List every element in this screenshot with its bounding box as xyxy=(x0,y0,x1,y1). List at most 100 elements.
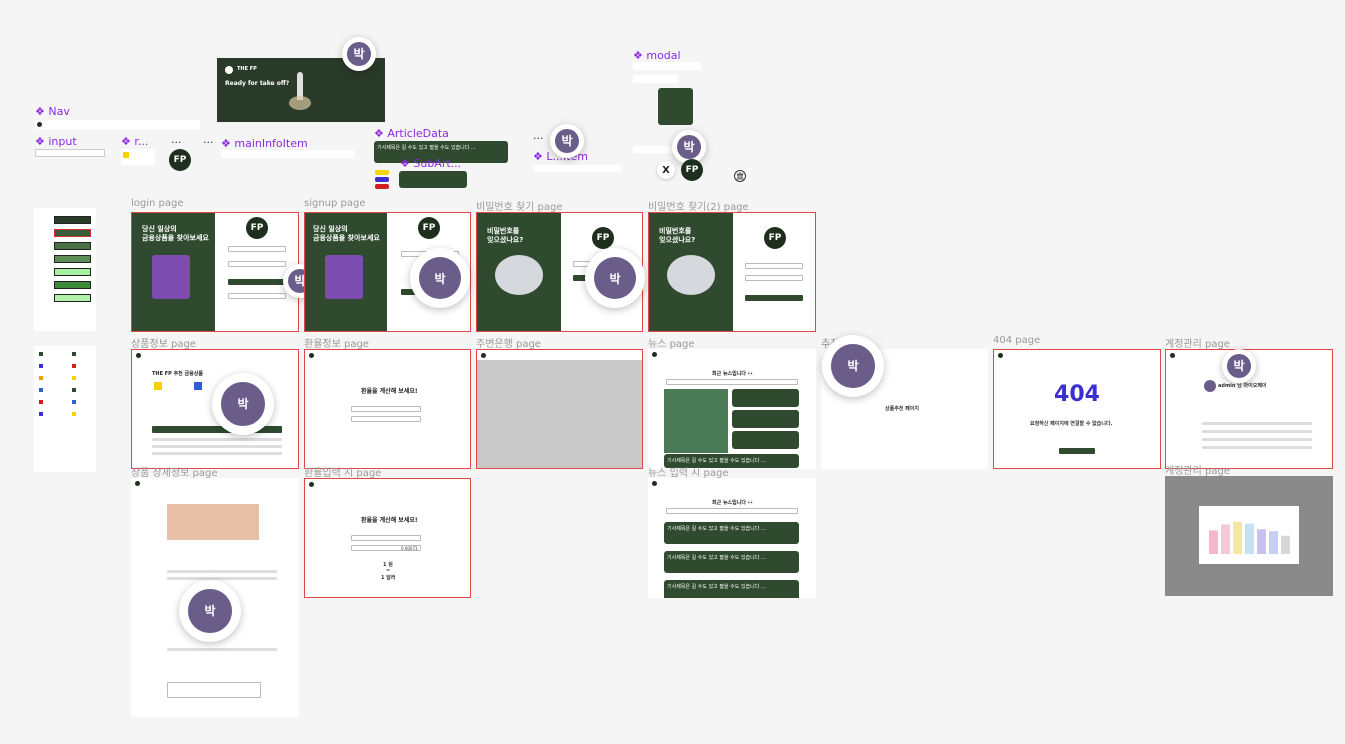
component-label-article-data: ❖ ArticleData xyxy=(374,127,449,140)
page-label-exchange-input: 환율입력 시 page xyxy=(304,468,382,479)
user-avatar[interactable]: 박 xyxy=(342,37,376,71)
ellipsis-1: ... xyxy=(171,133,182,146)
fp-logo-icon: FP xyxy=(246,217,268,239)
page-label-login: login page xyxy=(131,198,184,209)
login-page-frame[interactable]: 당신 일상의 금융상품을 찾아보세요 FP xyxy=(131,212,299,332)
swatch-7 xyxy=(54,294,91,302)
component-label-sub-art: ❖ SubArt... xyxy=(400,157,462,170)
tag-blue xyxy=(375,177,389,182)
page-label-news-input: 뉴스 입력 시 page xyxy=(648,468,729,479)
page-label-404: 404 page xyxy=(993,335,1041,346)
news-card[interactable]: 기사제목은 길 수도 있고 짧을 수도 있습니다 ... xyxy=(664,580,799,598)
page-label-account2: 계정관리 page xyxy=(1165,466,1230,477)
modal-row-2 xyxy=(633,75,678,83)
tag-red xyxy=(375,184,389,189)
component-label-nav: ❖ Nav xyxy=(35,105,70,118)
page-label-find-pw2: 비밀번호 찾기(2) page xyxy=(648,202,749,213)
chart-bar xyxy=(1233,521,1242,554)
icon-list-panel xyxy=(34,346,96,472)
chart-bar xyxy=(1269,531,1278,554)
find-pw2-hero-text: 비밀번호를 잊으셨나요? xyxy=(659,227,696,245)
sub-article-card[interactable] xyxy=(399,171,467,188)
nav-component xyxy=(35,120,200,129)
exchange-page-frame[interactable]: 환율을 계산해 보세요! xyxy=(304,349,471,469)
signup-hero-text: 당신 일상의 금융상품을 찾아보세요 xyxy=(313,225,380,243)
exchange-value: 0.00073 xyxy=(401,546,418,551)
modal-image xyxy=(658,88,693,125)
tag-yellow xyxy=(375,170,389,175)
exchange-line1: 1 원 xyxy=(383,562,393,568)
input-component xyxy=(35,149,105,157)
logo-icon xyxy=(37,122,42,127)
page-label-signup: signup page xyxy=(304,198,366,209)
chart-bar xyxy=(1257,529,1266,554)
user-avatar[interactable]: 박 xyxy=(550,124,584,158)
page-label-exchange: 환율정보 page xyxy=(304,339,369,350)
fp-logo-icon: FP xyxy=(592,227,614,249)
user-avatar[interactable]: 박 xyxy=(179,580,241,642)
user-avatar[interactable]: 박 xyxy=(212,373,274,435)
user-avatar[interactable]: 박 xyxy=(822,335,884,397)
user-avatar[interactable]: 박 xyxy=(585,248,645,308)
bar-chart xyxy=(1209,521,1290,554)
exchange-title: 환율을 계산해 보세요! xyxy=(361,388,418,395)
product-banner-title: THE FP 추천 금융상품 xyxy=(152,371,203,377)
user-avatar[interactable]: 박 xyxy=(1222,349,1256,383)
page-label-find-pw: 비밀번호 찾기 page xyxy=(476,202,563,213)
palette-panel xyxy=(34,208,96,331)
product-image xyxy=(167,504,259,540)
news-input-page-frame[interactable]: 최근 뉴스입니다 👀 기사제목은 길 수도 있고 짧을 수도 있습니다 ... … xyxy=(648,478,816,598)
line-item-component xyxy=(533,165,621,172)
fp-logo-icon: FP xyxy=(169,149,191,171)
component-label-modal: ❖ modal xyxy=(633,49,681,62)
not-found-page-frame[interactable]: 404 요청하신 페이지에 연결할 수 없습니다. xyxy=(993,349,1161,469)
news-card[interactable]: 기사제목은 길 수도 있고 짧을 수도 있습니다 ... xyxy=(664,522,799,544)
banner-headline: Ready for take off? xyxy=(225,80,290,87)
404-illustration: 404 xyxy=(1054,381,1100,407)
swatch-6 xyxy=(54,281,91,289)
page-label-account: 계정관리 page xyxy=(1165,339,1230,350)
not-found-text: 요청하신 페이지에 연결할 수 없습니다. xyxy=(1030,421,1113,427)
fp-logo-icon: FP xyxy=(418,217,440,239)
banner-brand: THE FP xyxy=(237,66,257,72)
r-component xyxy=(121,149,155,165)
modal-row-1 xyxy=(633,62,701,70)
bank-icon: 🏛 xyxy=(734,170,746,182)
main-info-item-component xyxy=(221,150,354,158)
swatch-1 xyxy=(54,216,91,224)
exchange-input-title: 환율을 계산해 보세요! xyxy=(361,517,418,524)
recommend-text: 상품추천 페이지 xyxy=(885,406,919,412)
fp-logo-icon: FP xyxy=(764,227,786,249)
page-label-product: 상품정보 page xyxy=(131,339,196,350)
swatch-2 xyxy=(54,229,91,237)
exchange-line3: 1 달러 xyxy=(381,575,396,581)
ellipsis-2: ... xyxy=(203,133,214,146)
login-hero-text: 당신 일상의 금융상품을 찾아보세요 xyxy=(142,225,209,243)
component-label-r: ❖ r... xyxy=(121,135,149,148)
news-page-frame[interactable]: 최근 뉴스입니다 👀 기사제목은 길 수도 있고 짧을 수도 있습니다 ... xyxy=(648,349,816,469)
account2-page-frame[interactable] xyxy=(1165,476,1333,596)
ellipsis-3: ... xyxy=(533,129,544,142)
user-avatar[interactable]: 박 xyxy=(410,248,470,308)
swatch-5 xyxy=(54,268,91,276)
fp-logo-icon: FP xyxy=(681,159,703,181)
swatch-4 xyxy=(54,255,91,263)
component-label-main-info-item: ❖ mainInfoItem xyxy=(221,137,308,150)
swatch-3 xyxy=(54,242,91,250)
component-label-input: ❖ input xyxy=(35,135,77,148)
bank-page-frame[interactable] xyxy=(476,349,643,469)
close-icon[interactable]: X xyxy=(657,161,675,179)
news-hero-image xyxy=(664,389,728,453)
news-input-title: 최근 뉴스입니다 👀 xyxy=(712,500,754,506)
find-pw-hero-text: 비밀번호를 잊으셨나요? xyxy=(487,227,524,245)
news-card[interactable]: 기사제목은 길 수도 있고 짧을 수도 있습니다 ... xyxy=(664,551,799,573)
chart-bar xyxy=(1281,535,1290,554)
find-pw2-page-frame[interactable]: 비밀번호를 잊으셨나요? FP xyxy=(648,212,816,332)
exchange-input-page-frame[interactable]: 환율을 계산해 보세요! 0.00073 1 원 = 1 달러 xyxy=(304,478,471,598)
page-label-news: 뉴스 page xyxy=(648,339,695,350)
chart-modal xyxy=(1199,506,1299,564)
page-label-product-detail: 상품 상세정보 page xyxy=(131,468,218,479)
chart-bar xyxy=(1245,523,1254,554)
chart-bar xyxy=(1221,524,1230,554)
account-name: admin 님 마이오페이 xyxy=(1218,383,1267,389)
